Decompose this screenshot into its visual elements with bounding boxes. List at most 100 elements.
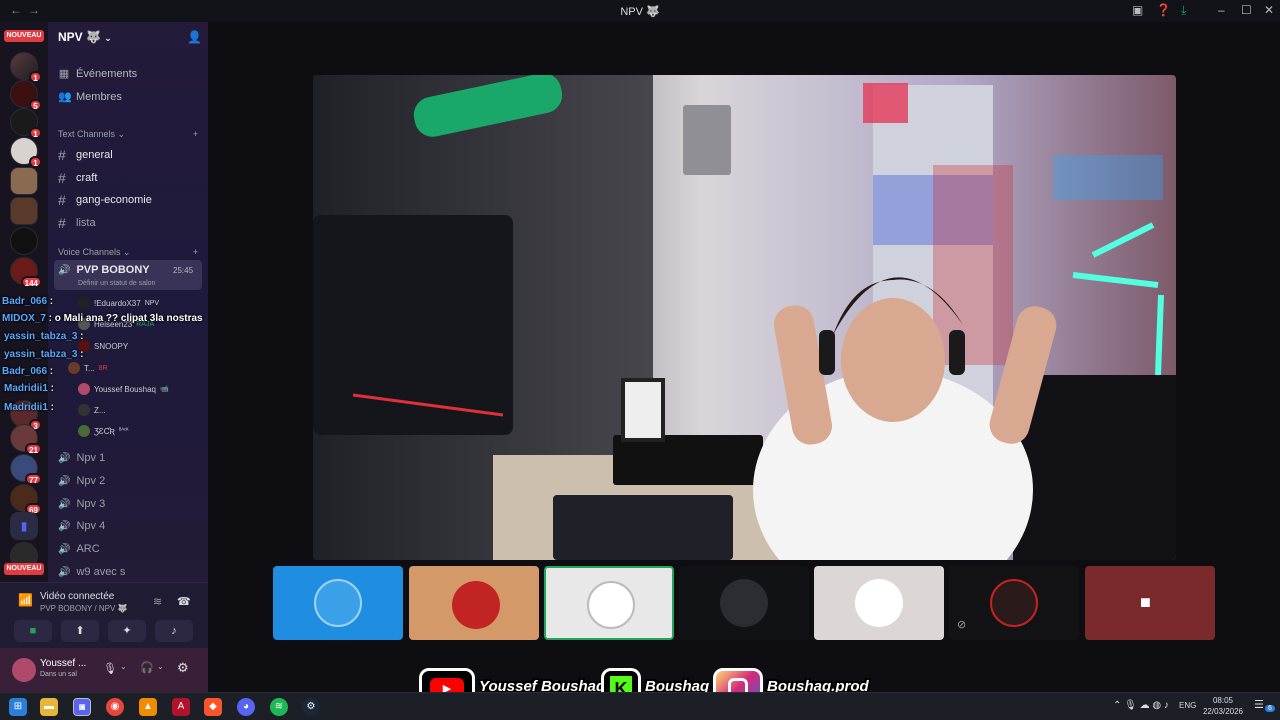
participant-tile[interactable] (814, 566, 944, 640)
brave-icon[interactable]: ◆ (204, 698, 222, 716)
window-title: NPV 🐺 (620, 6, 660, 18)
screen-share-button[interactable]: ⬆ (61, 620, 99, 642)
chat-overlay-line: Madridii1 : (4, 402, 55, 413)
headphones-icon[interactable]: 🎧 (140, 661, 154, 674)
signal-icon: 📶 (18, 593, 33, 607)
help-icon[interactable]: ❓ (1156, 3, 1171, 17)
server-icon[interactable] (10, 227, 38, 255)
server-icon[interactable]: 1 (10, 52, 42, 83)
steam-icon[interactable]: ⚙ (302, 698, 320, 716)
members-item[interactable]: 👥 Membres (58, 90, 198, 104)
spotify-icon[interactable]: ≋ (270, 698, 288, 716)
maximize-icon[interactable]: ☐ (1241, 3, 1252, 17)
nouveau-badge: NOUVEAU (4, 563, 44, 575)
voice-channel[interactable]: 🔊 ARC (58, 543, 100, 555)
voice-category[interactable]: Voice Channels ⌄ + (58, 247, 198, 258)
server-icon[interactable]: 5 (10, 80, 42, 111)
gear-icon[interactable]: ⚙ (177, 660, 189, 676)
muted-icon: ⊘ (957, 619, 967, 631)
avatar[interactable] (12, 658, 36, 682)
guild-name[interactable]: NPV 🐺 ⌄ (58, 30, 112, 44)
chat-overlay-line: MIDOX_7 : o Mali ana ?? clipat 3la nostr… (2, 313, 203, 324)
voice-channel-active[interactable]: 🔊 PVP BOBONY (58, 264, 150, 276)
minimize-icon[interactable]: – (1218, 3, 1225, 17)
download-icon[interactable]: ⤓ (1181, 3, 1186, 18)
server-icon[interactable] (10, 197, 38, 225)
main-video-feed[interactable] (313, 75, 1176, 560)
speaker-icon: 🔊 (58, 264, 71, 276)
folder-icon[interactable]: ▮ (10, 512, 38, 540)
channel-status[interactable]: Définir un statut de salon (78, 280, 155, 287)
server-icon[interactable]: 69 (10, 484, 42, 515)
server-icon[interactable]: 144 (10, 257, 42, 288)
chrome-icon[interactable]: ◉ (106, 698, 124, 716)
start-icon[interactable]: ⊞ (9, 698, 27, 716)
participant-tile[interactable] (409, 566, 539, 640)
screen-icon[interactable]: ▣ (1132, 3, 1143, 17)
activities-button[interactable]: ✦ (108, 620, 146, 642)
participant-tile[interactable]: ■ (1085, 566, 1215, 640)
server-icon[interactable]: 1 (10, 137, 42, 168)
discord-taskbar-icon[interactable]: ◙ (73, 698, 91, 716)
vlc-icon[interactable]: ▲ (139, 698, 157, 716)
user-panel: Youssef ... Dans un sal 🎙 ⌄ 🎧 ⌄ ⚙ (0, 648, 208, 692)
channel-general[interactable]: # general (58, 147, 113, 163)
chat-overlay-line: yassin_tabza_3 : (4, 349, 84, 360)
participant-tile[interactable]: ⊘ (949, 566, 1079, 640)
voice-member[interactable]: ƷƐƇƦ ᴮᴬᶜᴷ (78, 425, 129, 437)
participant-tile[interactable] (544, 566, 674, 640)
events-item[interactable]: ▦ Événements (58, 67, 198, 81)
voice-channel[interactable]: 🔊 Npv 3 (58, 498, 105, 510)
avatar (587, 581, 635, 629)
participant-tile[interactable] (679, 566, 809, 640)
voice-member[interactable]: !EduardoX37 NPV (78, 297, 159, 309)
streamer-video (313, 75, 1176, 560)
clock[interactable]: 08:05 (1203, 696, 1243, 705)
channel-gang-economie[interactable]: # gang-economie (58, 192, 152, 208)
language-indicator[interactable]: ENG (1179, 701, 1196, 710)
channel-lista[interactable]: # lista (58, 215, 96, 231)
voice-channel[interactable]: 🔊 Npv 2 (58, 475, 105, 487)
voice-connection-panel: 📶 Vidéo connectée PVP BOBONY / NPV 🐺 ≋ ☎… (0, 582, 208, 648)
text-category[interactable]: Text Channels ⌄ + (58, 129, 198, 140)
chevron-down-icon[interactable]: ⌄ (157, 662, 164, 671)
title-bar: ← → NPV 🐺 ▣ ❓ ⤓ – ☐ ✕ (0, 0, 1280, 22)
voice-member[interactable]: Z... (78, 404, 106, 416)
close-icon[interactable]: ✕ (1264, 3, 1274, 17)
add-member-icon[interactable]: 👤 (187, 30, 202, 44)
user-name[interactable]: Youssef ... (40, 658, 86, 669)
channel-craft[interactable]: # craft (58, 170, 97, 186)
server-icon[interactable]: 21 (10, 424, 42, 455)
server-icon[interactable]: 77 (10, 454, 42, 485)
chevron-down-icon[interactable]: ⌄ (120, 662, 127, 671)
voice-channel[interactable]: 🔊 Npv 1 (58, 452, 105, 464)
voice-member[interactable]: Youssef Boushaq 📹 (78, 383, 169, 395)
discord-icon[interactable]: ◕ (237, 698, 255, 716)
avatar (314, 579, 362, 627)
disconnect-icon[interactable]: ☎ (177, 595, 191, 608)
voice-channel[interactable]: 🔊 Npv 4 (58, 520, 105, 532)
date[interactable]: 22/03/2026 (1200, 707, 1246, 716)
calendar-icon: ▦ (58, 68, 70, 80)
voice-status[interactable]: Vidéo connectée (40, 591, 114, 602)
server-icon[interactable] (10, 167, 38, 195)
notification-icon[interactable]: ☰ (1254, 698, 1264, 711)
soundboard-button[interactable]: ♪ (155, 620, 193, 642)
server-icon[interactable]: 1 (10, 108, 42, 139)
voice-member[interactable]: T... 8R (68, 362, 108, 374)
voice-member[interactable]: SNOOPY (78, 340, 128, 352)
noise-suppression-icon[interactable]: ≋ (153, 595, 162, 608)
tray-icons[interactable]: ⌃ 🎙 ☁ ◍ ♪ (1113, 700, 1169, 711)
chat-overlay-line: Badr_066 : (2, 366, 54, 377)
microphone-icon[interactable]: 🎙 (103, 662, 117, 675)
voice-channel[interactable]: 🔊 w9 avec s (58, 566, 125, 578)
avatar (990, 579, 1038, 627)
camera-button[interactable]: ■ (14, 620, 52, 642)
members-icon: 👥 (58, 91, 72, 103)
file-explorer-icon[interactable]: ▬ (40, 698, 58, 716)
voice-location[interactable]: PVP BOBONY / NPV 🐺 (40, 604, 127, 613)
add-channel-icon: + (192, 247, 198, 257)
voice-timer: 25:45 (173, 266, 194, 275)
app-icon[interactable]: A (172, 698, 190, 716)
participant-tile[interactable] (273, 566, 403, 640)
